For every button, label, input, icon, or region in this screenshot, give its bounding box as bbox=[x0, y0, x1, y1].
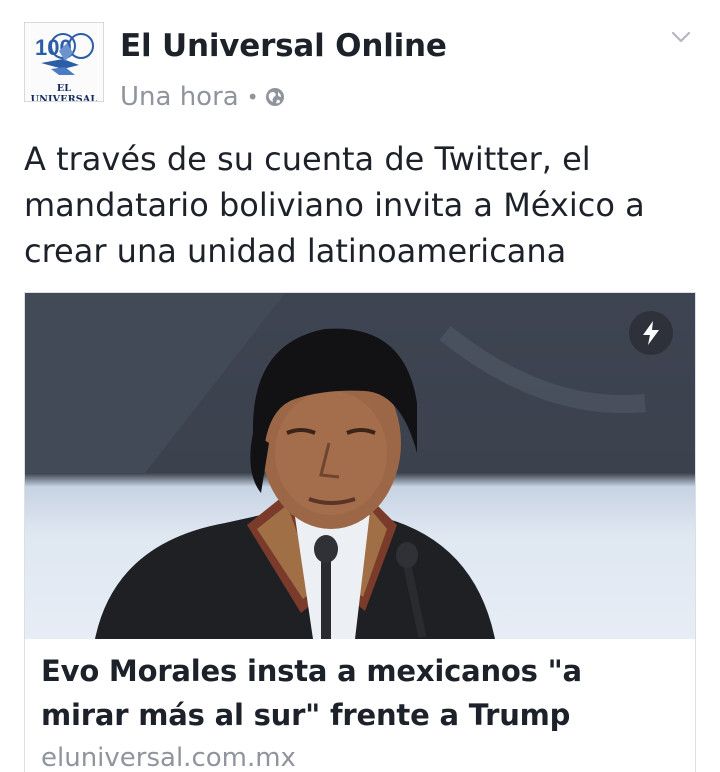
el-universal-logo: 100 bbox=[35, 33, 94, 75]
article-photo[interactable] bbox=[25, 293, 695, 639]
link-domain: eluniversal.com.mx bbox=[41, 743, 296, 772]
post-message: A través de su cuenta de Twitter, el man… bbox=[24, 140, 645, 270]
post-meta: Una hora • bbox=[120, 82, 285, 112]
logo-wordmark: EL UNIVERSAL bbox=[30, 83, 98, 102]
link-preview-body: Evo Morales insta a mexicanos "a mirar m… bbox=[25, 639, 695, 772]
page-name-link[interactable]: El Universal Online bbox=[120, 28, 447, 64]
globe-icon[interactable] bbox=[265, 87, 285, 107]
link-preview-card[interactable]: Evo Morales insta a mexicanos "a mirar m… bbox=[24, 292, 696, 772]
feed-post: 100 EL UNIVERSAL El Universal Online Una… bbox=[0, 0, 720, 772]
page-avatar[interactable]: 100 EL UNIVERSAL bbox=[24, 22, 104, 102]
link-title[interactable]: Evo Morales insta a mexicanos "a mirar m… bbox=[41, 649, 679, 737]
post-header: 100 EL UNIVERSAL El Universal Online Una… bbox=[24, 20, 696, 116]
timestamp-link[interactable]: Una hora bbox=[120, 82, 239, 112]
portrait-illustration bbox=[25, 293, 646, 639]
meta-separator: • bbox=[246, 85, 259, 109]
lightning-bolt-icon[interactable] bbox=[629, 311, 673, 355]
chevron-down-icon[interactable] bbox=[670, 26, 692, 48]
